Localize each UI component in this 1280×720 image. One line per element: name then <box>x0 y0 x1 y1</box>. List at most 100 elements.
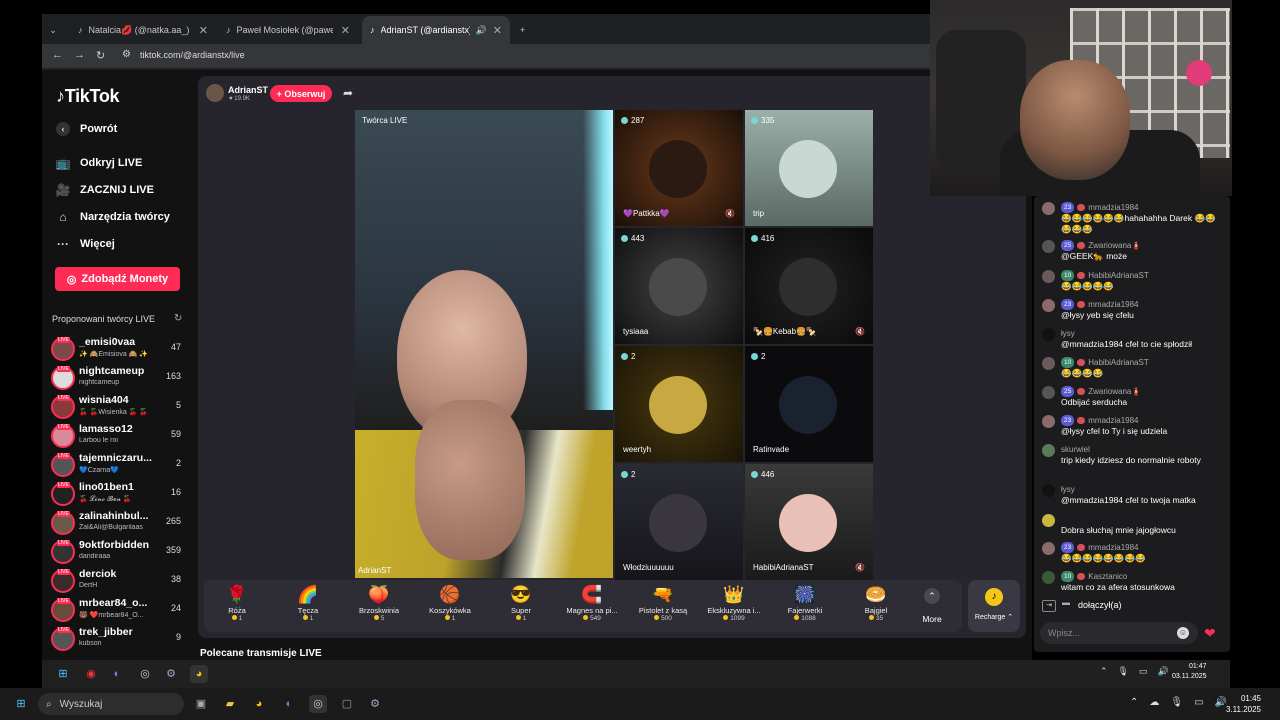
guest-video[interactable]: 443 tysiaaa <box>615 228 743 344</box>
more-gifts-button[interactable]: ⌃ More <box>918 588 946 624</box>
chevron-up-icon[interactable]: ⌃ <box>1100 666 1108 677</box>
chat-avatar[interactable] <box>1042 328 1055 341</box>
chat-avatar[interactable] <box>1042 386 1055 399</box>
back-icon[interactable]: ← <box>52 49 63 61</box>
chrome-icon[interactable]: ◕ <box>190 665 208 683</box>
host-name[interactable]: AdrianST <box>228 85 268 95</box>
suggested-creator-item[interactable]: LIVE 9oktforbidden daridiraaa 359 <box>51 539 185 567</box>
gift-item[interactable]: 🌹 Róża 1 <box>205 584 269 622</box>
chat-avatar[interactable] <box>1042 571 1055 584</box>
guest-video[interactable]: 2 Włodziuuuuuu <box>615 464 743 580</box>
suggested-creator-item[interactable]: LIVE lino01ben1 🍒 𝓛𝓲𝓷𝓸 𝓑𝓮𝓷 🍒 16 <box>51 481 185 509</box>
opera-icon[interactable]: ◉ <box>82 665 100 683</box>
close-icon[interactable]: ✕ <box>493 24 502 37</box>
follow-button[interactable]: + Obserwuj <box>270 85 332 102</box>
suggested-creator-item[interactable]: LIVE tajemniczaru... 💙Czarna💙 2 <box>51 452 185 480</box>
close-icon[interactable]: ✕ <box>199 24 208 37</box>
menu-start-live[interactable]: 🎥 ZACZNIJ LIVE <box>56 183 154 197</box>
chat-username[interactable]: Zwariowana🧯 <box>1088 386 1141 397</box>
file-explorer-icon[interactable]: ▰ <box>221 695 239 713</box>
gift-item[interactable]: 🧲 Magnes na pi... 549 <box>560 584 624 622</box>
chevron-up-icon[interactable]: ⌃ <box>1130 697 1138 708</box>
chat-avatar[interactable] <box>1042 357 1055 370</box>
tab-pawel[interactable]: ♪ Paweł Mosiołek (@pawelmosio) ✕ <box>218 16 358 44</box>
chat-avatar[interactable] <box>1042 299 1055 312</box>
chat-avatar[interactable] <box>1042 444 1055 457</box>
chat-username[interactable]: Kasztanico <box>1088 571 1127 582</box>
microphone-icon[interactable]: 🎙 <box>1170 697 1183 708</box>
share-icon[interactable]: ➦ <box>343 86 353 100</box>
discord-icon[interactable]: ◐ <box>108 665 126 683</box>
chrome-icon[interactable]: ◕ <box>250 695 268 713</box>
gift-item[interactable]: 🔫 Pistolet z kasą 500 <box>631 584 695 622</box>
guest-video[interactable]: 287 💜Pattkka💜 🔇 <box>615 110 743 226</box>
emoji-icon[interactable]: ☺ <box>1177 627 1189 639</box>
gift-item[interactable]: 😎 Super 1 <box>489 584 553 622</box>
tiktok-logo[interactable]: ♪TikTok <box>56 86 120 107</box>
forward-icon[interactable]: → <box>74 49 85 61</box>
get-coins-button[interactable]: ◎ Zdobądź Monety <box>55 267 180 291</box>
chat-avatar[interactable] <box>1042 202 1055 215</box>
tab-adrianst[interactable]: ♪ AdrianST (@ardianstx) prowadzi 🔊 ✕ <box>362 16 510 44</box>
suggested-creator-item[interactable]: LIVE lamasso12 Larbou le roi 59 <box>51 423 185 451</box>
like-heart-icon[interactable]: ❤ <box>1204 625 1216 642</box>
guest-video[interactable]: 446 HabibiAdrianaST 🔇 <box>745 464 873 580</box>
chat-username[interactable]: łysy <box>1061 484 1075 495</box>
chat-username[interactable]: mmadzia1984 <box>1088 542 1138 553</box>
menu-discover-live[interactable]: 📺 Odkryj LIVE <box>56 156 143 170</box>
guest-video[interactable]: 335 trip <box>745 110 873 226</box>
guest-video[interactable]: 2 weertyh <box>615 346 743 462</box>
windows-start-icon[interactable]: ⊞ <box>12 695 30 713</box>
steam-icon[interactable]: ⚙ <box>162 665 180 683</box>
chat-username[interactable]: HabibiAdrianaST <box>1088 357 1148 368</box>
chat-username[interactable]: łysy <box>1061 328 1075 339</box>
refresh-icon[interactable]: ↻ <box>174 313 182 324</box>
reload-icon[interactable]: ↻ <box>96 49 105 62</box>
chat-avatar[interactable] <box>1042 542 1055 555</box>
obs-icon[interactable]: ◎ <box>136 665 154 683</box>
close-icon[interactable]: ✕ <box>341 24 350 37</box>
discord-icon[interactable]: ◐ <box>280 695 298 713</box>
inner-clock[interactable]: 01:47 03.11.2025 <box>1172 662 1207 682</box>
suggested-creator-item[interactable]: LIVE zalinahinbul... Zal&Ali@Bulgarilaas… <box>51 510 185 538</box>
chat-avatar[interactable] <box>1042 484 1055 497</box>
new-tab-button[interactable]: + <box>512 16 528 44</box>
chat-avatar[interactable] <box>1042 415 1055 428</box>
suggested-creator-item[interactable]: LIVE mrbear84_o... 🐻 ❤️mrbear84_O... 24 <box>51 597 185 625</box>
chat-username[interactable]: skurwiel <box>1061 444 1090 455</box>
host-avatar[interactable] <box>206 84 224 102</box>
gift-item[interactable]: 👑 Ekskluzywna i... 1099 <box>702 584 766 622</box>
suggested-creator-item[interactable]: LIVE derciok DertH 38 <box>51 568 185 596</box>
taskbar-search[interactable]: ⌕ Wyszukaj <box>38 693 184 715</box>
app-icon[interactable]: ▢ <box>338 695 356 713</box>
display-icon[interactable]: ▭ <box>1139 666 1148 677</box>
steam-icon[interactable]: ⚙ <box>366 695 384 713</box>
suggested-creator-item[interactable]: LIVE wisnia404 🍒 🍒Wisienka 🍒 🍒 5 <box>51 394 185 422</box>
chat-username[interactable]: mmadzia1984 <box>1088 415 1138 426</box>
gift-item[interactable]: 🥯 Bajgiel 35 <box>844 584 908 622</box>
suggested-creator-item[interactable]: LIVE trek_jibber kubson 9 <box>51 626 185 654</box>
windows-start-icon[interactable]: ⊞ <box>54 665 72 683</box>
display-icon[interactable]: ▭ <box>1194 697 1203 708</box>
gift-item[interactable]: 🎆 Fajerwerki 1088 <box>773 584 837 622</box>
chat-avatar[interactable] <box>1042 270 1055 283</box>
site-info-icon[interactable]: ⚙ <box>122 49 131 60</box>
menu-more[interactable]: ··· Więcej <box>56 237 115 251</box>
obs-icon[interactable]: ◎ <box>309 695 327 713</box>
suggested-creator-item[interactable]: LIVE _emisi0vaa ✨ 🙈Emisiova 🙈 ✨ 47 <box>51 336 185 364</box>
recharge-button[interactable]: ♪ Recharge ⌃ <box>968 580 1020 632</box>
chat-username[interactable]: mmadzia1984 <box>1088 202 1138 213</box>
guest-video[interactable]: 416 🍢🍔Kebab🍔🍢 🔇 <box>745 228 873 344</box>
chat-avatar[interactable] <box>1042 240 1055 253</box>
chat-avatar[interactable] <box>1042 514 1055 527</box>
gift-item[interactable]: 🏀 Koszykówka 1 <box>418 584 482 622</box>
menu-back[interactable]: ‹ Powrót <box>56 122 117 136</box>
guest-video[interactable]: 2 Ratinvade <box>745 346 873 462</box>
cloud-icon[interactable]: ☁ <box>1149 697 1159 708</box>
menu-creator-tools[interactable]: ⌂ Narzędzia twórcy <box>56 210 170 224</box>
gift-item[interactable]: 🌈 Tęcza 1 <box>276 584 340 622</box>
suggested-creator-item[interactable]: LIVE nightcameup nightcameup 163 <box>51 365 185 393</box>
clock[interactable]: 01:45 3.11.2025 <box>1226 693 1261 715</box>
chat-username[interactable]: mmadzia1984 <box>1088 299 1138 310</box>
tab-natalcia[interactable]: ♪ Natalcia💋 (@natka.aa_) prowadzi ✕ <box>70 16 216 44</box>
